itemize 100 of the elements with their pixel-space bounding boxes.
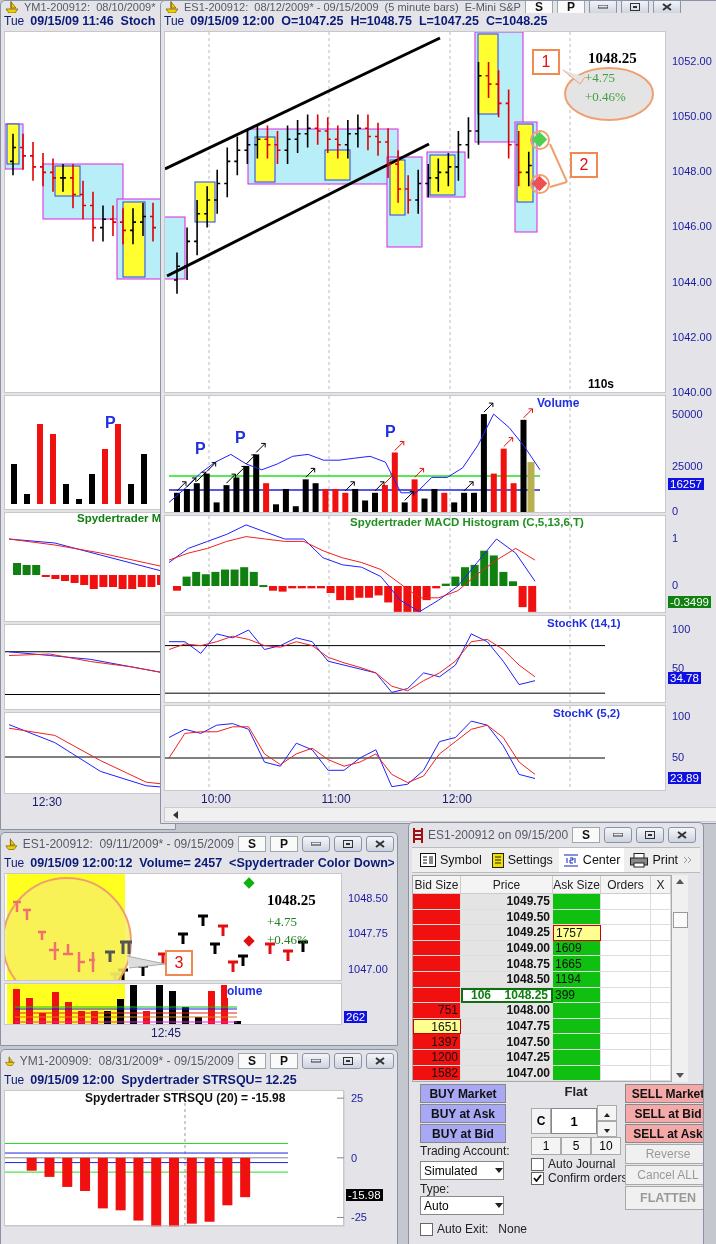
axis-label: 1048.00 <box>672 165 712 177</box>
sell-button[interactable]: SELL at Bid <box>625 1104 703 1124</box>
pattern-marker: P <box>195 440 206 458</box>
window-title: YM1-200912: 08/10/2009* <box>24 1 156 13</box>
ask-size-cell: 1757 <box>553 925 601 941</box>
clear-button[interactable]: C <box>531 1108 552 1135</box>
price-change-percent: +0.46% <box>585 89 626 105</box>
quantity-preset-button[interactable]: 1 <box>531 1137 562 1156</box>
current-value-label: 34.78 <box>668 672 701 684</box>
price-cell: 1048.00 <box>461 1003 553 1019</box>
time-label: 10:00 <box>201 792 231 806</box>
day-label: Tue <box>4 856 25 870</box>
price-change: +4.75 <box>267 914 298 930</box>
axis-label: 1050.00 <box>672 110 712 122</box>
axis-label: 1048.50 <box>348 892 388 904</box>
sell-button[interactable]: SELL at Ask <box>625 1124 703 1144</box>
current-value-label: -15.98 <box>346 1188 383 1201</box>
window-title: ES1-200912 on 09/15/200 <box>428 828 569 842</box>
current-value-label: 23.89 <box>668 772 701 784</box>
buy-button[interactable]: BUY at Bid <box>420 1124 506 1144</box>
type-label: Type: <box>420 1182 451 1197</box>
time-label: 12:30 <box>32 795 62 809</box>
chart-option-button[interactable]: S <box>572 827 601 843</box>
chart-header-text: 09/15/09 12:00 Spydertrader STRSQU= 12.25 <box>30 1073 297 1087</box>
ask-size-cell: 1665 <box>553 956 601 972</box>
account-dropdown[interactable]: Simulated <box>420 1161 504 1181</box>
auto-exit-value: None <box>498 1222 528 1237</box>
callout-number: 2 <box>570 152 598 178</box>
last-price: 1048.25 <box>267 892 316 909</box>
window-title: YM1-200909: 08/31/2009* - 09/15/2009 <box>19 1054 234 1068</box>
day-label: Tue <box>164 14 185 28</box>
chart-title: Spydertrader STRSQU (20) = -15.98 <box>85 1091 286 1105</box>
toolbar-button[interactable]: Print <box>626 848 683 872</box>
chart-option-button[interactable]: P <box>270 1053 298 1069</box>
y-axis-label: -25 <box>351 1211 367 1224</box>
price-cell: 1049.25 <box>461 925 553 941</box>
panel-title: olume <box>227 984 263 998</box>
chart-option-button[interactable]: P <box>556 1 585 13</box>
price-change: +4.75 <box>585 70 616 86</box>
chart-header-text: 09/15/09 12:00 O=1047.25 H=1048.75 L=1047.25 C=1048.25 <box>190 14 548 28</box>
toolbar-button[interactable]: Center <box>558 848 625 872</box>
toolbar-button[interactable]: Settings <box>487 848 557 872</box>
column-header: Price <box>461 876 553 894</box>
last-price: 1048.25 <box>504 988 548 1003</box>
axis-label: 1042.00 <box>672 331 712 343</box>
pattern-marker: P <box>105 414 116 432</box>
chart-option-button[interactable]: S <box>238 1053 266 1069</box>
axis-label: 50 <box>672 662 685 674</box>
toolbar-button[interactable]: Symbol <box>416 848 486 872</box>
axis-label: 1040.00 <box>672 386 712 398</box>
axis-label: 25000 <box>672 460 703 472</box>
axis-label: 1046.00 <box>672 220 712 232</box>
panel-title: StochK (14,1) <box>547 617 621 629</box>
buy-button[interactable]: BUY Market <box>420 1084 506 1104</box>
chart-header-text: 09/15/09 11:46 Stoch <box>30 14 156 28</box>
last-price: 1048.25 <box>588 50 637 67</box>
price-cell: 1048.75 <box>461 956 553 972</box>
axis-label: 100 <box>672 710 691 722</box>
current-value-label: -0.3499 <box>668 596 711 608</box>
window-title: ES1-200912: 08/12/2009* - 09/15/2009 (5 minute bars) E-Mini S&P <box>184 1 521 13</box>
auto-exit-label: Auto Exit: <box>437 1222 489 1237</box>
axis-label: 1044.00 <box>672 276 712 288</box>
axis-label: 1047.00 <box>348 963 388 975</box>
quantity-preset-button[interactable]: 10 <box>591 1137 622 1156</box>
pattern-marker: P <box>235 429 246 447</box>
current-value-label: 16257 <box>668 478 704 490</box>
last-size: 106 <box>471 988 492 1003</box>
time-label: 12:45 <box>151 1026 181 1040</box>
column-header: X <box>651 876 671 894</box>
chart-option-button[interactable]: P <box>270 836 298 852</box>
axis-label: 50000 <box>672 408 703 420</box>
price-cell: 1049.75 <box>461 894 553 910</box>
chart-option-button[interactable]: S <box>524 1 553 13</box>
callout-number: 3 <box>165 950 193 976</box>
position-status: Flat <box>564 1084 588 1100</box>
price-cell: 1047.50 <box>461 1034 553 1050</box>
chart-option-button[interactable]: S <box>238 836 266 852</box>
axis-label: 1052.00 <box>672 55 712 67</box>
panel-title: StochK (5,2) <box>553 707 621 719</box>
axis-label: 1047.75 <box>348 927 388 939</box>
buy-button[interactable]: BUY at Ask <box>420 1104 506 1124</box>
type-dropdown[interactable]: Auto <box>420 1196 504 1216</box>
bar-interval-label: 110s <box>588 377 615 391</box>
time-label: 11:00 <box>321 792 351 806</box>
axis-label: 0 <box>672 505 679 517</box>
day-label: Tue <box>4 14 25 28</box>
window-title: ES1-200912: 09/11/2009* - 09/15/2009 <box>22 837 234 851</box>
axis-label: 0 <box>672 579 679 591</box>
column-header: Ask Size <box>553 876 601 894</box>
panel-title: Volume <box>537 396 580 410</box>
current-value-label: 262 <box>344 1011 368 1023</box>
pattern-marker: P <box>385 423 396 441</box>
callout-number: 1 <box>532 49 560 75</box>
column-header: Orders <box>601 876 651 894</box>
chart-header-text: 09/15/09 12:00:12 Volume= 2457 <Spydertrader Color Down> <box>30 856 394 870</box>
column-header: Bid Size <box>413 876 461 894</box>
option-label: Auto Journal <box>548 1157 616 1172</box>
quantity-field[interactable]: 1 <box>551 1108 598 1135</box>
account-label: Trading Account: <box>420 1144 511 1159</box>
quantity-preset-button[interactable]: 5 <box>561 1137 592 1156</box>
